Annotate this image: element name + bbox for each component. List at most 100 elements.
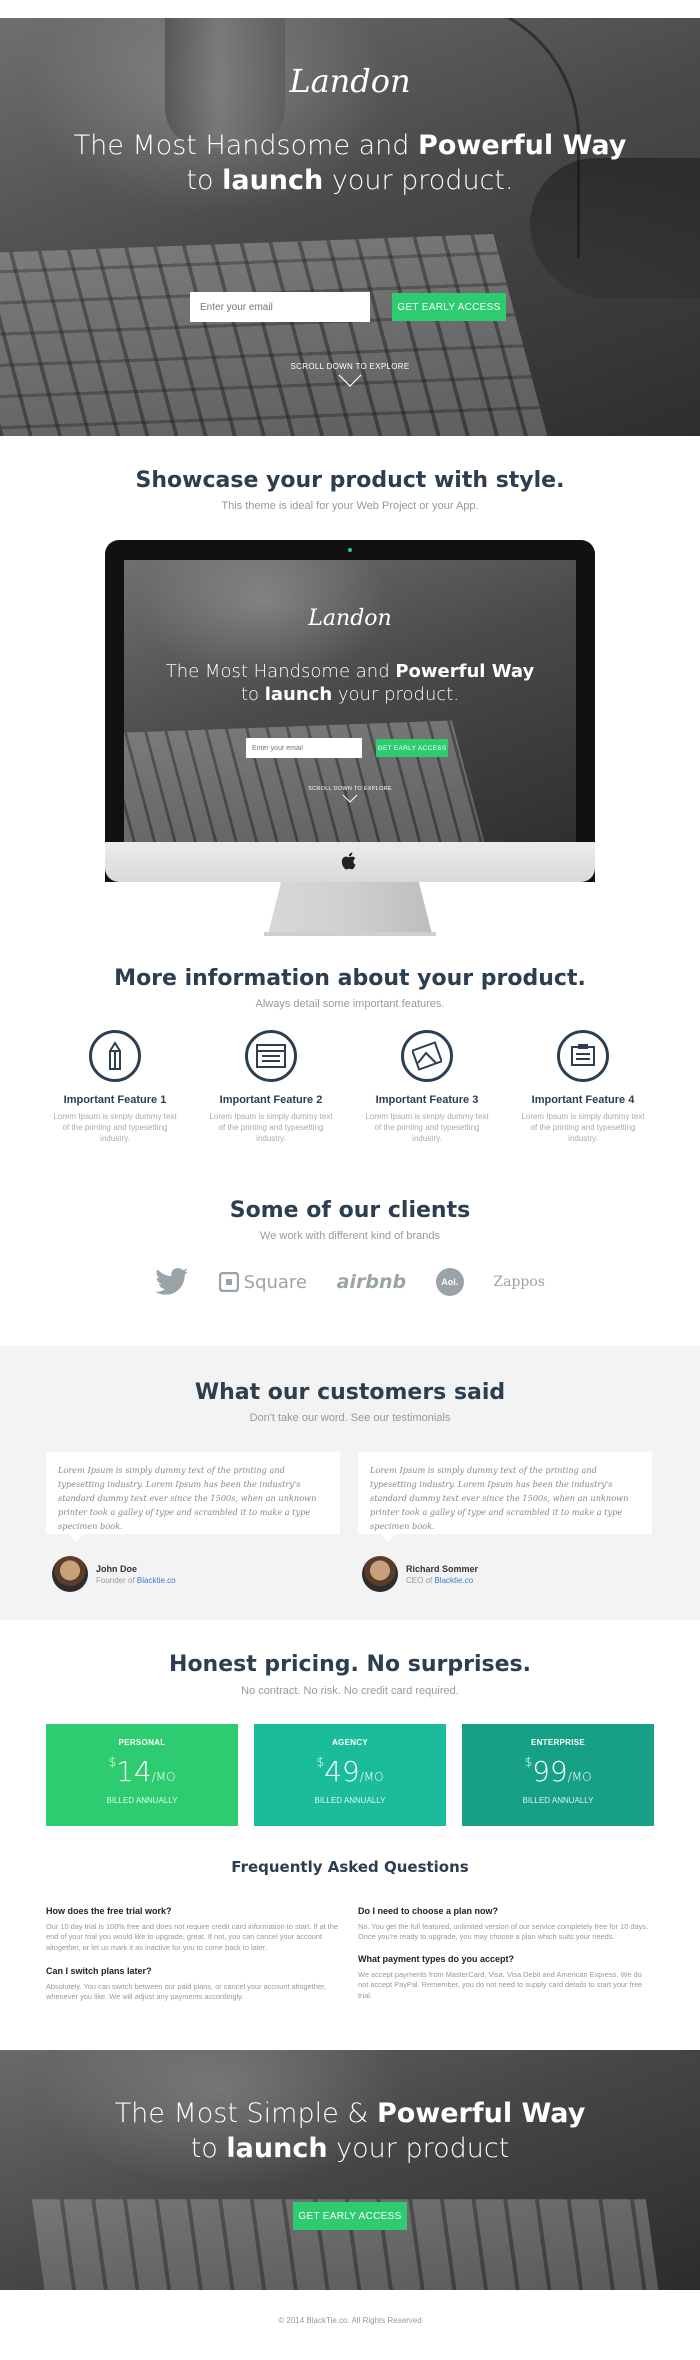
testimonials-title: What our customers said — [194, 1380, 506, 1405]
author-company-link[interactable]: Blacktie.co — [137, 1576, 176, 1585]
feature-title: Important Feature 1 — [63, 1094, 167, 1106]
faq-question: Can I switch plans later? — [46, 1966, 152, 1976]
plan-name: ENTERPRISE — [530, 1738, 586, 1747]
hero-background-keyboard — [0, 234, 565, 436]
plan-price: $99/MO — [524, 1755, 592, 1788]
feature-item-1: Important Feature 1 Lorem Ipsum is simpl… — [45, 1030, 185, 1144]
zappos-logo-text: Zappos — [493, 1274, 545, 1290]
features-title: More information about your product. — [114, 966, 586, 991]
plan-price: $14/MO — [108, 1755, 176, 1788]
testimonials-subtitle: Don't take our word. See our testimonial… — [249, 1412, 451, 1424]
hero-logo[interactable]: Landon — [0, 62, 700, 100]
features-subtitle: Always detail some important features. — [255, 998, 445, 1010]
faq-answer: We accept payments from MasterCard, Visa… — [358, 1970, 643, 2000]
avatar — [362, 1556, 398, 1592]
screen-title: The Most Handsome and Powerful Way to la… — [165, 661, 535, 706]
chevron-down-icon[interactable] — [338, 374, 362, 388]
plan-billing: BILLED ANNUALLY — [314, 1796, 386, 1805]
faq-item-1: How does the free trial work? Our 10 day… — [46, 1906, 342, 1953]
plan-billing: BILLED ANNUALLY — [522, 1796, 594, 1805]
hero-title: The Most Handsome and Powerful Way to la… — [73, 130, 627, 197]
faq-item-4: What payment types do you accept? We acc… — [358, 1954, 654, 2001]
clients-subtitle: We work with different kind of brands — [260, 1230, 440, 1242]
testimonial-author-2: Richard Sommer CEO of Blacktie.co — [362, 1556, 478, 1592]
square-logo-icon: Square — [218, 1271, 308, 1293]
hero-email-input[interactable] — [190, 292, 370, 322]
screen-logo: Landon — [308, 606, 392, 631]
screen-chevron-down-icon — [342, 794, 358, 803]
screen-get-access-button: GET EARLY ACCESS — [376, 739, 448, 757]
apple-logo-icon — [341, 852, 356, 870]
feature-text: Lorem Ipsum is simply dummy text of the … — [521, 1112, 645, 1143]
testimonial-quote-2: Lorem Ipsum is simply dummy text of the … — [358, 1452, 652, 1542]
faq-answer: No. You get the full featured, unlimited… — [358, 1922, 649, 1942]
feature-title: Important Feature 2 — [219, 1094, 323, 1106]
footer-copyright: © 2014 BlackTie.co. All Rights Reserved — [278, 2316, 422, 2325]
clients-title: Some of our clients — [229, 1198, 471, 1223]
monitor-frame: Landon The Most Handsome and Powerful Wa… — [105, 540, 595, 882]
browser-window-icon — [245, 1030, 297, 1082]
screen-signup-form: GET EARLY ACCESS — [246, 738, 448, 758]
faq-title: Frequently Asked Questions — [231, 1858, 469, 1876]
faq-answer: Our 10 day trial is 100% free and does n… — [46, 1922, 339, 1952]
plan-billing: BILLED ANNUALLY — [106, 1796, 178, 1805]
monitor-screen: Landon The Most Handsome and Powerful Wa… — [124, 560, 576, 856]
author-role: Founder of Blacktie.co — [96, 1575, 176, 1585]
cta-get-access-button[interactable]: GET EARLY ACCESS — [293, 2202, 407, 2230]
feature-item-3: Important Feature 3 Lorem Ipsum is simpl… — [357, 1030, 497, 1144]
cta-section: The Most Simple & Powerful Way to launch… — [0, 2050, 700, 2290]
camera-dot — [348, 548, 352, 552]
client-logos: Square airbnb Aol. Zappos — [155, 1262, 545, 1302]
monitor-chin — [105, 842, 595, 882]
feature-item-4: Important Feature 4 Lorem Ipsum is simpl… — [513, 1030, 653, 1144]
cta-title: The Most Simple & Powerful Way to launch… — [114, 2098, 586, 2165]
feature-title: Important Feature 3 — [375, 1094, 479, 1106]
avatar — [52, 1556, 88, 1592]
faq-question: Do I need to choose a plan now? — [358, 1906, 499, 1916]
feature-text: Lorem Ipsum is simply dummy text of the … — [209, 1112, 333, 1143]
feature-text: Lorem Ipsum is simply dummy text of the … — [365, 1112, 489, 1143]
plan-price: $49/MO — [316, 1755, 384, 1788]
plan-name: AGENCY — [331, 1738, 369, 1747]
zappos-logo: Zappos — [493, 1274, 545, 1290]
showcase-subtitle: This theme is ideal for your Web Project… — [221, 500, 479, 512]
pencil-icon — [89, 1030, 141, 1082]
plan-card-agency[interactable]: AGENCY $49/MO BILLED ANNUALLY — [254, 1724, 446, 1826]
screen-email-input — [246, 738, 362, 758]
author-company-link[interactable]: Blacktie.co — [434, 1576, 473, 1585]
testimonial-author-1: John Doe Founder of Blacktie.co — [52, 1556, 176, 1592]
image-icon — [401, 1030, 453, 1082]
plan-card-personal[interactable]: PERSONAL $14/MO BILLED ANNUALLY — [46, 1724, 238, 1826]
airbnb-logo: airbnb — [337, 1271, 406, 1293]
pricing-subtitle: No contract. No risk. No credit card req… — [241, 1685, 459, 1697]
faq-item-3: Can I switch plans later? Absolutely. Yo… — [46, 1966, 342, 2003]
pricing-title: Honest pricing. No surprises. — [169, 1652, 531, 1677]
aol-logo-icon: Aol. — [435, 1268, 464, 1296]
monitor-stand — [268, 882, 432, 934]
hero-section: Landon The Most Handsome and Powerful Wa… — [0, 18, 700, 436]
hero-scroll-label[interactable]: SCROLL DOWN TO EXPLORE — [0, 362, 700, 371]
author-name: John Doe — [96, 1563, 138, 1574]
feature-title: Important Feature 4 — [531, 1094, 635, 1106]
clipboard-icon — [557, 1030, 609, 1082]
plan-name: PERSONAL — [118, 1738, 166, 1747]
aol-logo-text: Aol. — [435, 1268, 464, 1296]
faq-question: How does the free trial work? — [46, 1906, 172, 1916]
faq-answer: Absolutely. You can switch between our p… — [46, 1982, 327, 2002]
faq-item-2: Do I need to choose a plan now? No. You … — [358, 1906, 654, 1943]
hero-signup-form: GET EARLY ACCESS — [190, 292, 506, 322]
showcase-title: Showcase your product with style. — [135, 468, 565, 493]
author-name: Richard Sommer — [406, 1563, 479, 1574]
plan-card-enterprise[interactable]: ENTERPRISE $99/MO BILLED ANNUALLY — [462, 1724, 654, 1826]
hero-get-access-button[interactable]: GET EARLY ACCESS — [392, 293, 506, 321]
feature-text: Lorem Ipsum is simply dummy text of the … — [53, 1112, 177, 1143]
twitter-bird-icon — [155, 1268, 189, 1296]
author-role: CEO of Blacktie.co — [406, 1575, 474, 1585]
testimonial-quote-1: Lorem Ipsum is simply dummy text of the … — [46, 1452, 340, 1542]
faq-question: What payment types do you accept? — [358, 1954, 515, 1964]
screen-scroll-label: SCROLL DOWN TO EXPLORE — [308, 786, 392, 792]
feature-item-2: Important Feature 2 Lorem Ipsum is simpl… — [201, 1030, 341, 1144]
square-logo-text: Square — [243, 1271, 308, 1293]
airbnb-logo-text: airbnb — [336, 1271, 407, 1293]
monitor-stand-base — [264, 932, 436, 936]
